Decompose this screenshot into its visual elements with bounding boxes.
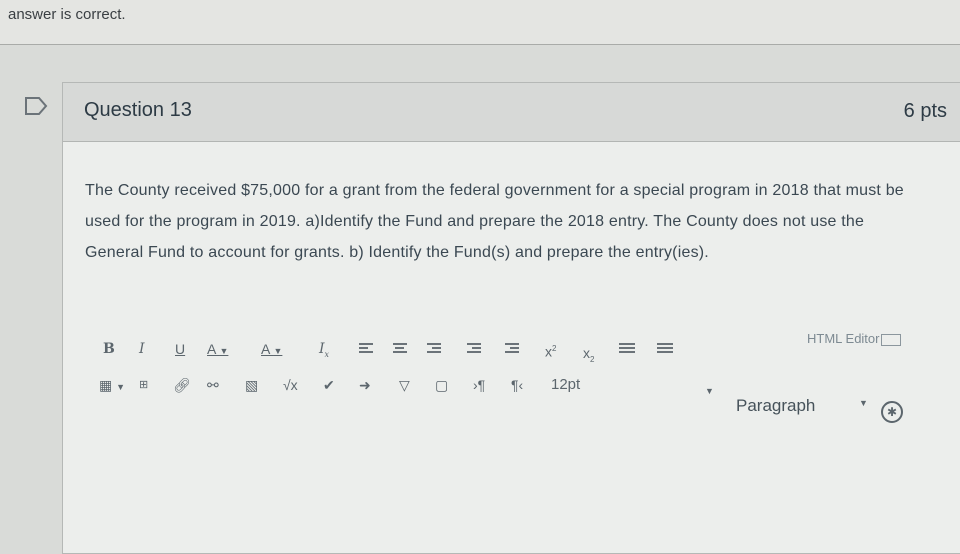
bold-icon[interactable]: B (103, 341, 115, 357)
question-title: Question 13 (84, 99, 192, 121)
flag-question-icon[interactable] (24, 96, 48, 116)
align-left-icon[interactable] (359, 341, 373, 355)
bullet-list-icon[interactable] (619, 341, 635, 355)
lti-tool-icon[interactable]: ➜ (359, 377, 371, 393)
indent-icon[interactable] (505, 341, 519, 355)
question-header: Question 13 6 pts (63, 83, 960, 142)
rtl-icon[interactable]: ¶‹ (511, 377, 523, 393)
block-format-select[interactable]: Paragraph (736, 396, 815, 416)
superscript-icon[interactable]: x2 (545, 341, 556, 360)
outdent-icon[interactable] (467, 341, 481, 355)
unlink-icon[interactable]: ⚯ (207, 377, 219, 393)
media-icon[interactable]: ✔ (323, 377, 335, 393)
document-icon[interactable]: ▢ (435, 377, 448, 393)
block-format-dropdown-icon[interactable]: ▼ (859, 398, 868, 408)
question-card: Question 13 6 pts The County received $7… (62, 82, 960, 554)
subscript-icon[interactable]: x2 (583, 345, 594, 368)
google-drive-icon[interactable]: ▽ (399, 377, 410, 393)
ltr-icon[interactable]: ›¶ (473, 377, 485, 393)
accessibility-checker-icon[interactable]: ✱ (881, 401, 903, 423)
underline-icon[interactable]: U (175, 341, 185, 357)
correct-status-text: answer is correct. (8, 6, 126, 23)
image-icon[interactable]: ▧ (245, 377, 258, 393)
font-size-dropdown-icon[interactable]: ▼ (705, 383, 714, 399)
status-bar: answer is correct. (0, 0, 960, 45)
clear-formatting-icon[interactable]: Ix (319, 341, 329, 363)
table-icon[interactable]: ▦ ▼ (99, 377, 125, 395)
font-size-select[interactable]: 12pt (551, 377, 580, 393)
question-text: The County received $75,000 for a grant … (85, 182, 904, 261)
embed-icon[interactable]: ⊞ (139, 377, 148, 393)
align-center-icon[interactable] (393, 341, 407, 355)
background-color-icon[interactable]: A ▼ (261, 341, 282, 359)
link-icon[interactable]: 🔗︎ (173, 377, 191, 393)
italic-icon[interactable]: I (139, 341, 145, 357)
equation-icon[interactable]: √x (283, 377, 298, 393)
question-points: 6 pts (903, 100, 947, 122)
numbered-list-icon[interactable] (657, 341, 673, 355)
text-color-icon[interactable]: A ▼ (207, 341, 228, 359)
align-right-icon[interactable] (427, 341, 441, 355)
